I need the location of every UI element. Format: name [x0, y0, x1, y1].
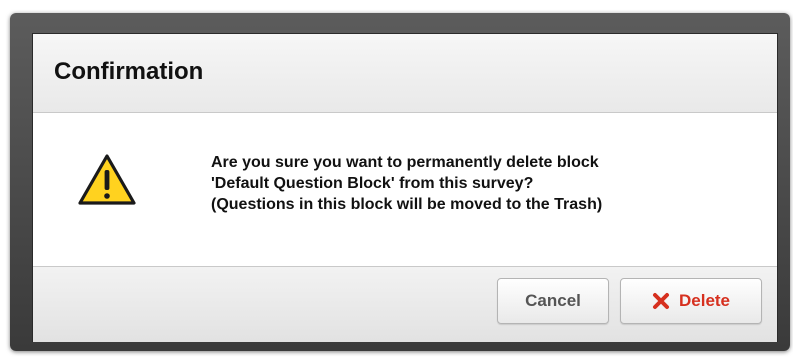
confirmation-message: Are you sure you want to permanently del… — [211, 152, 602, 215]
dialog-title: Confirmation — [54, 58, 204, 85]
dialog-body: Are you sure you want to permanently del… — [33, 113, 777, 266]
message-line: (Questions in this block will be moved t… — [211, 196, 603, 213]
delete-button-label: Delete — [678, 291, 731, 310]
cancel-button[interactable]: Cancel — [497, 278, 609, 324]
dialog-header: Confirmation — [33, 34, 777, 113]
message-line: Are you sure you want to permanently del… — [211, 154, 599, 171]
delete-button[interactable]: Delete — [620, 278, 762, 324]
x-icon — [652, 293, 669, 309]
confirmation-dialog: Confirmation Are you sure you want to pe… — [32, 33, 778, 342]
cancel-button-label: Cancel — [525, 291, 581, 310]
warning-icon — [78, 154, 136, 205]
dialog-footer: Cancel Delete — [33, 266, 777, 342]
message-line: 'Default Question Block' from this surve… — [211, 175, 534, 192]
